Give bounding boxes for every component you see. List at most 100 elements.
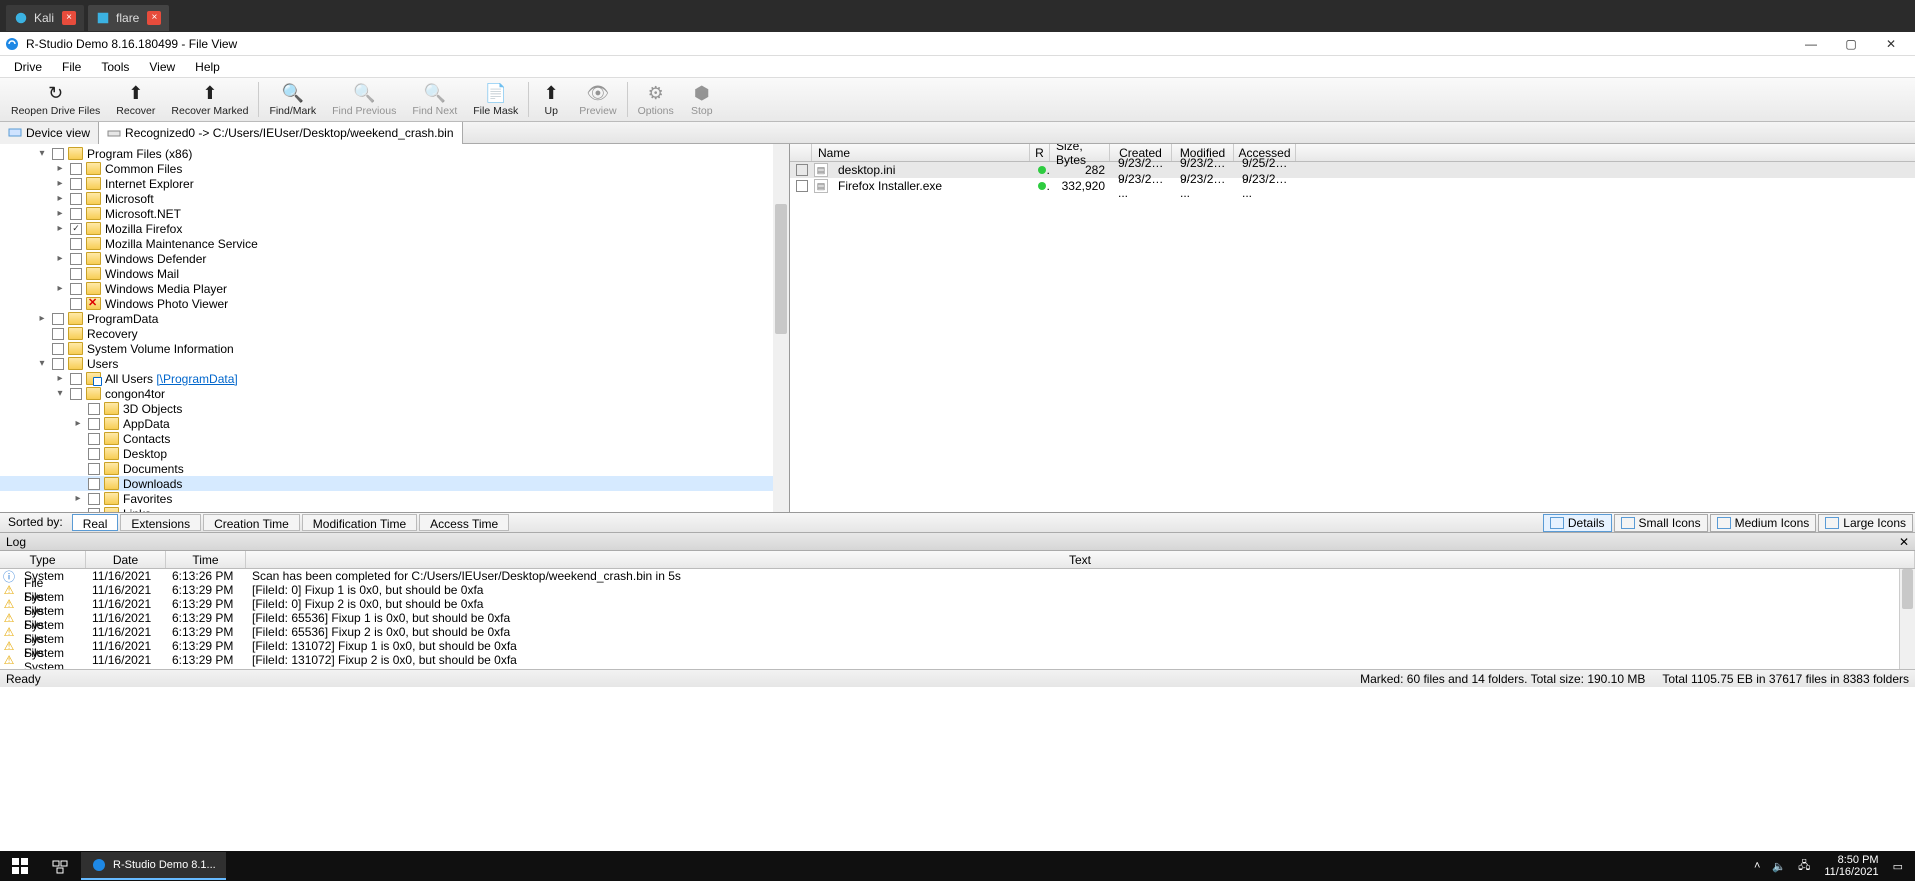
file-list[interactable]: ▤desktop.ini2829/23/2021 ...9/23/2021 ..… [790,162,1915,194]
tree-expander[interactable]: ▸ [72,493,84,504]
log-row[interactable]: ⚠File System11/16/20216:13:29 PM[FileId:… [0,611,1915,625]
sort-tab-extensions[interactable]: Extensions [120,514,201,531]
sort-tab-real[interactable]: Real [72,514,119,531]
tree-checkbox[interactable] [52,358,64,370]
log-row[interactable]: ⚠File System11/16/20216:13:29 PM[FileId:… [0,583,1915,597]
tree-item[interactable]: ▸Microsoft.NET [0,206,789,221]
menu-help[interactable]: Help [185,58,230,76]
header-r[interactable]: R [1030,144,1050,161]
tree-expander[interactable]: ▸ [54,253,66,264]
tree-item[interactable]: ▸ProgramData [0,311,789,326]
toolbar-up[interactable]: ⬆Up [532,79,570,120]
tree-checkbox[interactable] [88,418,100,430]
tree-checkbox[interactable] [70,163,82,175]
tree-scrollbar[interactable] [773,144,789,512]
file-row[interactable]: ▤desktop.ini2829/23/2021 ...9/23/2021 ..… [790,162,1915,178]
tree-checkbox[interactable] [70,298,82,310]
tree-item[interactable]: ▸Microsoft [0,191,789,206]
tree-checkbox[interactable] [70,178,82,190]
log-header-type[interactable]: Type [0,551,86,568]
log-close-button[interactable]: ✕ [1899,535,1909,549]
task-view-button[interactable] [40,851,80,881]
tree-checkbox[interactable] [70,373,82,385]
view-btn-medium-icons[interactable]: Medium Icons [1710,514,1817,532]
toolbar-recover-marked[interactable]: ⬆Recover Marked [164,79,255,120]
tree-item[interactable]: ▾Program Files (x86) [0,146,789,161]
close-button[interactable]: ✕ [1871,32,1911,56]
tree-checkbox[interactable] [88,493,100,505]
tab-close-icon[interactable]: × [62,11,76,25]
menu-view[interactable]: View [139,58,185,76]
tree-item[interactable]: ▾Users [0,356,789,371]
tree-checkbox[interactable] [70,253,82,265]
tab-close-icon[interactable]: × [147,11,161,25]
tree-item[interactable]: ▸Favorites [0,491,789,506]
tab-device-view[interactable]: Device view [0,122,99,144]
tree-item[interactable]: 3D Objects [0,401,789,416]
tree-expander[interactable]: ▸ [72,418,84,429]
log-header-date[interactable]: Date [86,551,166,568]
view-btn-small-icons[interactable]: Small Icons [1614,514,1708,532]
header-size[interactable]: Size, Bytes [1050,144,1110,161]
tray-chevron-icon[interactable]: ˄ [1748,860,1766,872]
tree-expander[interactable]: ▸ [54,283,66,294]
tree-checkbox[interactable] [70,238,82,250]
tree-item[interactable]: Downloads [0,476,789,491]
tree-item[interactable]: Recovery [0,326,789,341]
tree-checkbox[interactable] [88,463,100,475]
tree-checkbox[interactable]: ✓ [70,223,82,235]
tree-expander[interactable]: ▸ [54,373,66,384]
toolbar-reopen-drive-files[interactable]: ↻Reopen Drive Files [4,79,107,120]
tree-checkbox[interactable] [52,343,64,355]
tree-item[interactable]: ▸All Users [\ProgramData] [0,371,789,386]
tray-network-icon[interactable]: 🖧 [1792,857,1816,876]
tree-item[interactable]: ▸AppData [0,416,789,431]
file-row[interactable]: ▤Firefox Installer.exe332,9209/23/2021 .… [790,178,1915,194]
tree-item[interactable]: ▸✓Mozilla Firefox [0,221,789,236]
vm-tab-kali[interactable]: Kali × [6,5,84,31]
sort-tab-access[interactable]: Access Time [419,514,509,531]
tree-item[interactable]: Desktop [0,446,789,461]
menu-file[interactable]: File [52,58,91,76]
log-row[interactable]: ⚠File System11/16/20216:13:29 PM[FileId:… [0,597,1915,611]
taskbar-clock[interactable]: 8:50 PM 11/16/2021 [1816,854,1886,878]
minimize-button[interactable]: — [1791,32,1831,56]
scroll-thumb[interactable] [1902,569,1913,609]
tab-path[interactable]: Recognized0 -> C:/Users/IEUser/Desktop/w… [99,122,463,144]
tree-checkbox[interactable] [88,478,100,490]
tree-expander[interactable]: ▾ [36,358,48,369]
tree-checkbox[interactable] [88,433,100,445]
header-name[interactable]: Name [812,144,1030,161]
tray-notifications-icon[interactable]: ▭ [1887,860,1909,873]
tree-item[interactable]: ▾congon4tor [0,386,789,401]
tree-checkbox[interactable] [70,388,82,400]
tree-expander[interactable]: ▸ [54,178,66,189]
tree-checkbox[interactable] [70,283,82,295]
tray-volume-icon[interactable]: 🔈 [1766,860,1792,873]
header-checkbox[interactable] [790,144,812,161]
tree-item[interactable]: System Volume Information [0,341,789,356]
sort-tab-modification[interactable]: Modification Time [302,514,417,531]
sort-tab-creation[interactable]: Creation Time [203,514,300,531]
tree-expander[interactable]: ▸ [54,208,66,219]
toolbar-file-mask[interactable]: 📄File Mask [466,79,525,120]
tree-expander[interactable]: ▸ [36,313,48,324]
tree-checkbox[interactable] [70,268,82,280]
tree-checkbox[interactable] [88,403,100,415]
tree-item[interactable]: Documents [0,461,789,476]
tree-item[interactable]: Contacts [0,431,789,446]
tree-item[interactable]: ▸Common Files [0,161,789,176]
log-row[interactable]: ⚠File System11/16/20216:13:29 PM[FileId:… [0,653,1915,667]
start-button[interactable] [0,851,40,881]
view-btn-large-icons[interactable]: Large Icons [1818,514,1913,532]
menu-drive[interactable]: Drive [4,58,52,76]
tree-item[interactable]: Windows Mail [0,266,789,281]
tree-checkbox[interactable] [52,148,64,160]
tree-checkbox[interactable] [88,448,100,460]
maximize-button[interactable]: ▢ [1831,32,1871,56]
menu-tools[interactable]: Tools [91,58,139,76]
toolbar-find-mark[interactable]: 🔍Find/Mark [262,79,323,120]
tree-checkbox[interactable] [70,193,82,205]
tree-checkbox[interactable] [88,508,100,513]
tree-expander[interactable]: ▸ [54,163,66,174]
